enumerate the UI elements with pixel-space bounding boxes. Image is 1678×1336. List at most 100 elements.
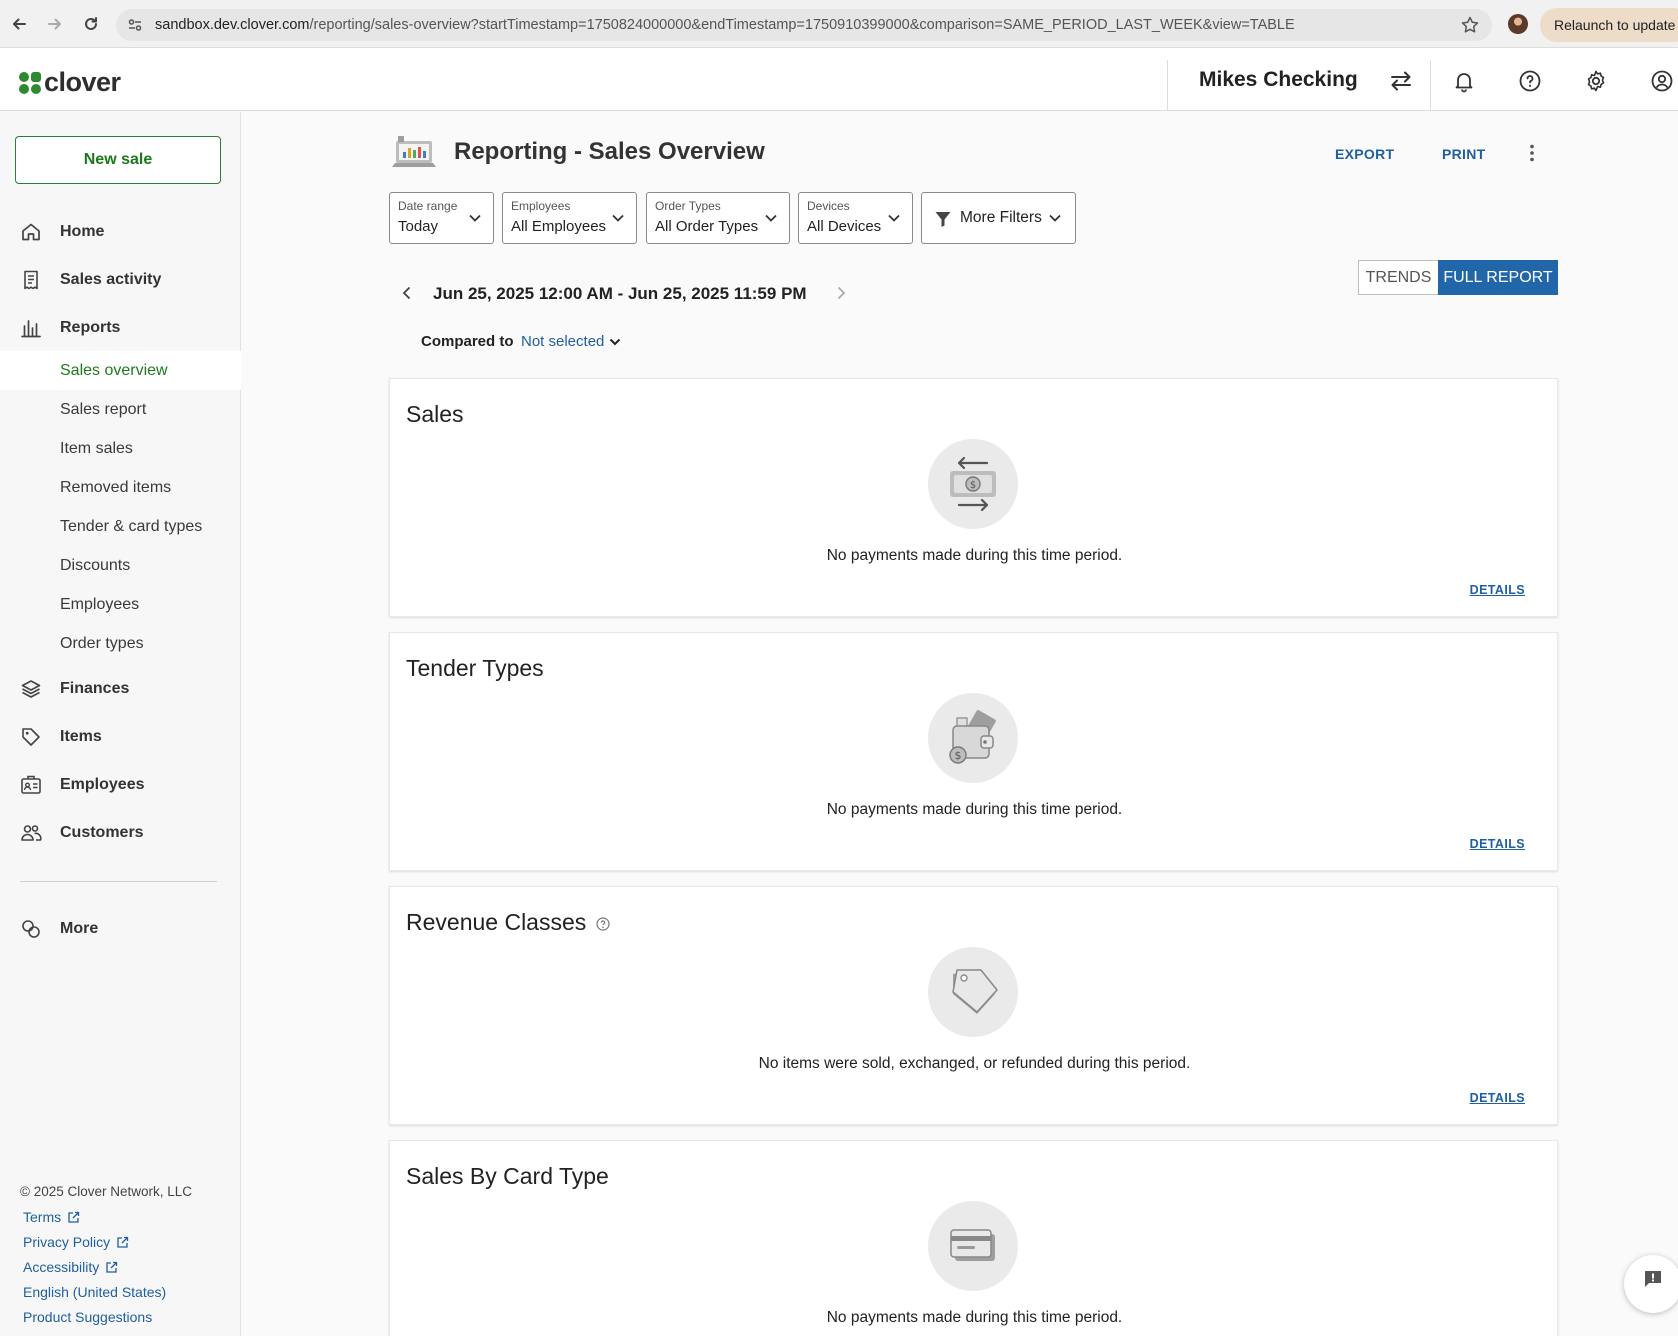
sidebar-subitem-label: Discounts <box>60 556 131 574</box>
chevron-right-icon[interactable] <box>832 284 850 302</box>
sidebar-subitem-order-types[interactable]: Order types <box>0 624 241 663</box>
sidebar-subitem-employees[interactable]: Employees <box>0 585 241 624</box>
switch-merchant-icon[interactable] <box>1388 68 1414 94</box>
sidebar-subitem-sales-report[interactable]: Sales report <box>0 390 241 429</box>
card-empty-message: No payments made during this time period… <box>826 801 1123 818</box>
sidebar-subitem-discounts[interactable]: Discounts <box>0 546 241 585</box>
tender-types-card: Tender Types $ No payments made during t… <box>389 632 1558 871</box>
compared-to-dropdown[interactable]: Not selected <box>521 333 622 350</box>
layers-icon <box>20 678 42 700</box>
url-text: sandbox.dev.clover.com/reporting/sales-o… <box>155 17 1455 33</box>
sidebar-subitem-label: Tender & card types <box>60 517 203 535</box>
employees-filter[interactable]: Employees All Employees <box>502 192 637 244</box>
privacy-policy-link-label: Privacy Policy <box>23 1234 111 1250</box>
card-empty-message: No payments made during this time period… <box>826 1309 1123 1326</box>
sidebar-item-finances[interactable]: Finances <box>0 669 241 709</box>
card-title-text: Revenue Classes <box>406 909 587 935</box>
forward-icon[interactable] <box>38 7 72 41</box>
sidebar-item-items[interactable]: Items <box>0 717 241 757</box>
back-icon[interactable] <box>2 7 36 41</box>
new-sale-button[interactable]: New sale <box>15 136 221 184</box>
date-range-text: Jun 25, 2025 12:00 AM - Jun 25, 2025 11:… <box>433 284 807 303</box>
relaunch-button[interactable]: Relaunch to update <box>1540 8 1678 42</box>
card-title: Revenue Classes <box>406 909 610 936</box>
address-bar[interactable]: sandbox.dev.clover.com/reporting/sales-o… <box>116 9 1492 41</box>
sidebar-item-label: Finances <box>60 680 130 697</box>
compared-to-label: Compared to <box>421 333 514 350</box>
sidebar-item-more[interactable]: More <box>0 909 241 949</box>
sidebar-item-label: Employees <box>60 776 145 793</box>
help-icon[interactable] <box>1517 68 1543 94</box>
browser-profile-avatar[interactable] <box>1508 14 1528 34</box>
filter-value: All Employees <box>511 218 607 235</box>
feedback-button[interactable] <box>1624 1255 1678 1313</box>
card-title: Tender Types <box>406 655 544 681</box>
sidebar-item-label: More <box>60 920 99 937</box>
sidebar-subitem-item-sales[interactable]: Item sales <box>0 429 241 468</box>
chevron-down-icon <box>610 338 621 345</box>
language-link-label: English (United States) <box>23 1284 167 1300</box>
accessibility-link[interactable]: Accessibility <box>23 1259 118 1275</box>
credit-card-icon <box>928 1201 1018 1291</box>
details-link[interactable]: DETAILS <box>1470 1091 1525 1105</box>
filter-value: All Order Types <box>655 218 759 235</box>
chevron-left-icon[interactable] <box>398 284 416 302</box>
more-filters-button[interactable]: More Filters <box>921 192 1076 244</box>
sidebar-item-employees[interactable]: Employees <box>0 765 241 805</box>
svg-text:$: $ <box>955 749 962 762</box>
reload-icon[interactable] <box>74 7 108 41</box>
sales-by-card-type-card: Sales By Card Type No payments made duri… <box>389 1140 1558 1336</box>
sidebar-subitem-label: Employees <box>60 595 140 613</box>
sidebar-item-home[interactable]: Home <box>0 212 241 252</box>
print-button[interactable]: PRINT <box>1442 146 1486 162</box>
sidebar-item-customers[interactable]: Customers <box>0 813 241 853</box>
date-range-filter[interactable]: Date range Today <box>389 192 494 244</box>
merchant-name[interactable]: Mikes Checking <box>1199 68 1358 92</box>
filter-label: Employees <box>511 199 571 213</box>
receipt-icon <box>20 269 42 291</box>
sidebar-subitem-label: Removed items <box>60 478 172 496</box>
external-link-icon <box>106 1261 118 1273</box>
chevron-down-icon <box>467 210 483 226</box>
sidebar-subitem-label: Item sales <box>60 439 133 457</box>
chevron-down-icon <box>763 210 779 226</box>
clover-logo[interactable]: clover <box>18 67 121 98</box>
header-divider <box>1430 60 1431 110</box>
full-report-toggle[interactable]: FULL REPORT <box>1438 260 1558 295</box>
sidebar-item-label: Home <box>60 223 105 240</box>
chevron-down-icon <box>1047 210 1063 226</box>
notifications-bell-icon[interactable] <box>1451 68 1477 94</box>
export-button[interactable]: EXPORT <box>1335 146 1394 162</box>
privacy-policy-link[interactable]: Privacy Policy <box>23 1234 129 1250</box>
filter-label: Date range <box>398 199 458 213</box>
more-options-icon[interactable] <box>1524 143 1540 163</box>
help-circle-icon[interactable] <box>596 917 610 931</box>
sidebar-subitem-label: Order types <box>60 634 144 652</box>
sidebar-item-label: Items <box>60 728 102 745</box>
sidebar-item-reports[interactable]: Reports <box>0 308 241 348</box>
sidebar-item-label: Customers <box>60 824 144 841</box>
sidebar-subitem-removed-items[interactable]: Removed items <box>0 468 241 507</box>
sidebar-subitem-tender-card-types[interactable]: Tender & card types <box>0 507 241 546</box>
url-host: sandbox.dev.clover.com <box>155 17 310 33</box>
site-settings-icon[interactable] <box>124 14 146 36</box>
sidebar-item-sales-activity[interactable]: Sales activity <box>0 260 241 300</box>
sidebar-subitem-label: Sales overview <box>60 361 168 379</box>
trends-toggle[interactable]: TRENDS <box>1358 260 1439 295</box>
account-icon[interactable] <box>1649 68 1675 94</box>
settings-gear-icon[interactable] <box>1583 68 1609 94</box>
filter-label: Devices <box>807 199 850 213</box>
product-suggestions-link[interactable]: Product Suggestions <box>23 1309 152 1325</box>
details-link[interactable]: DETAILS <box>1470 583 1525 597</box>
order-types-filter[interactable]: Order Types All Order Types <box>646 192 790 244</box>
card-title: Sales <box>406 401 464 427</box>
more-apps-icon <box>20 918 42 940</box>
sidebar-subitem-sales-overview[interactable]: Sales overview <box>0 351 241 390</box>
terms-link[interactable]: Terms <box>23 1209 80 1225</box>
details-link[interactable]: DETAILS <box>1470 837 1525 851</box>
card-empty-message: No items were sold, exchanged, or refund… <box>758 1055 1191 1072</box>
bookmark-star-icon[interactable] <box>1460 15 1480 35</box>
devices-filter[interactable]: Devices All Devices <box>798 192 913 244</box>
language-link[interactable]: English (United States) <box>23 1284 166 1300</box>
clover-leaf-icon <box>19 71 41 94</box>
